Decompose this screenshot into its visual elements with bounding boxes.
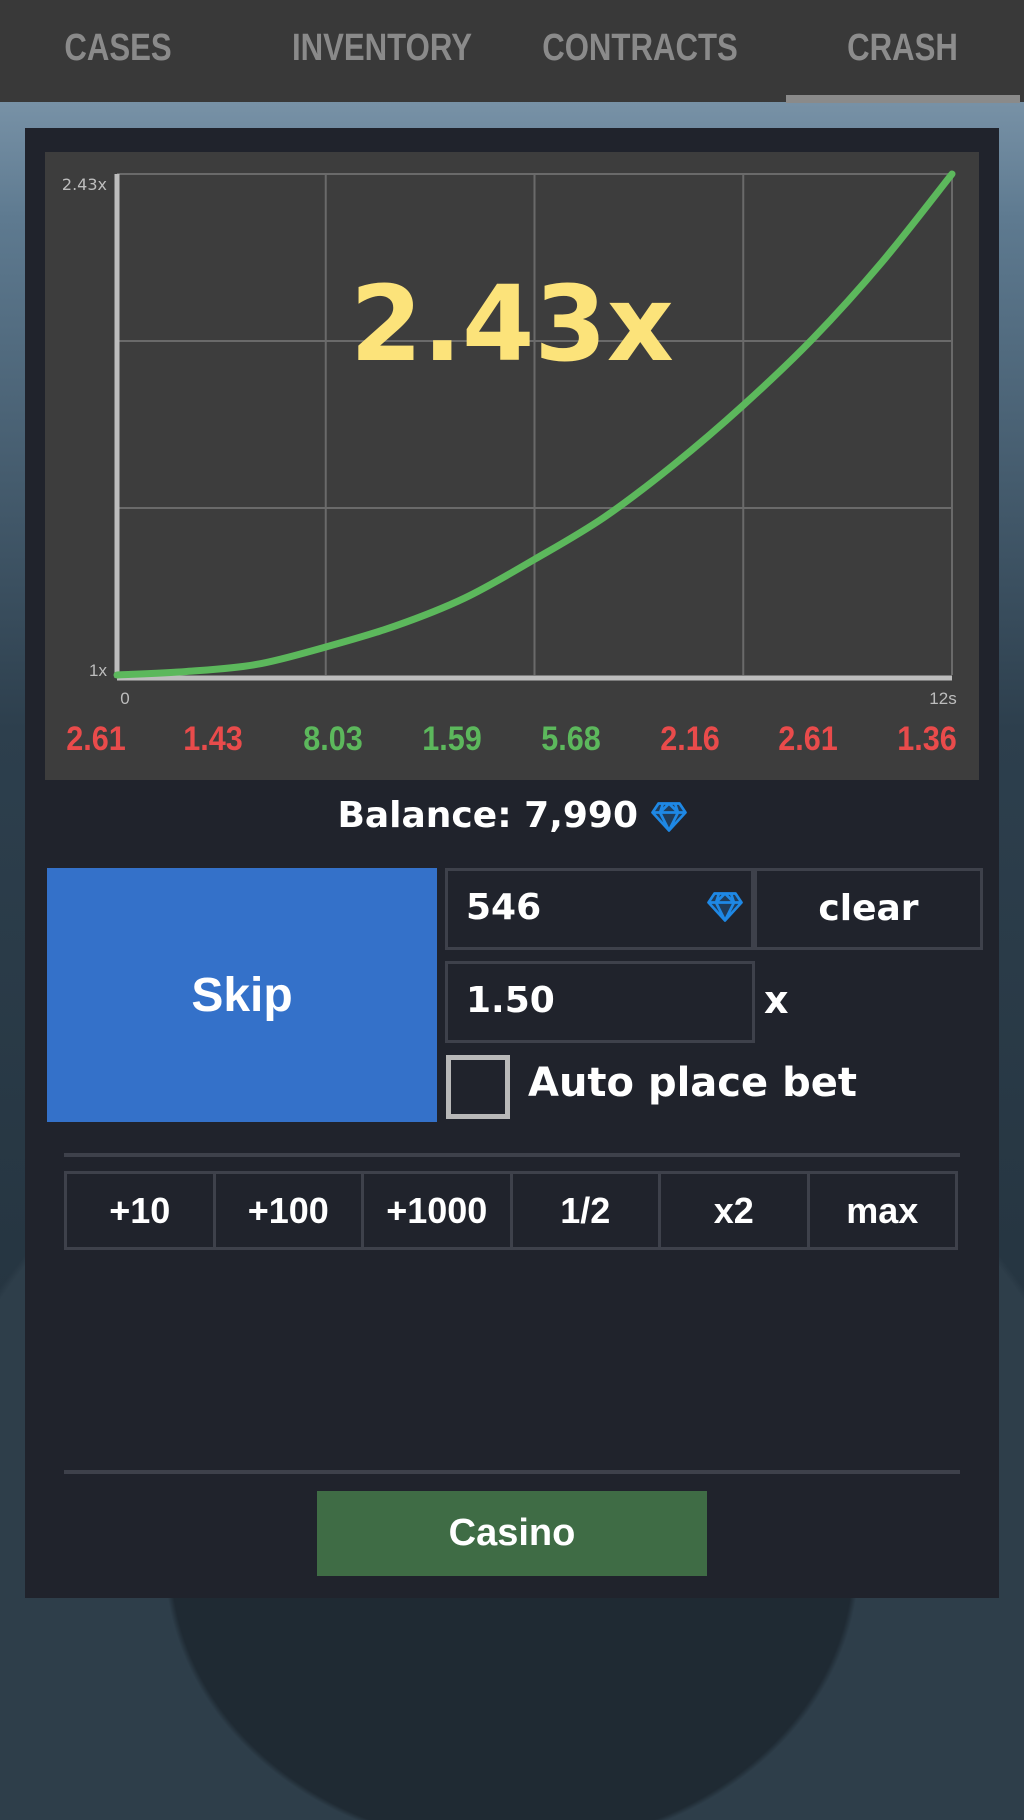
- divider: [64, 1470, 960, 1474]
- history-item: 5.68: [541, 720, 601, 758]
- y-tick-label-max: 2.43x: [62, 175, 107, 194]
- history-item: 2.61: [778, 720, 838, 758]
- auto-place-bet-label[interactable]: Auto place bet: [528, 1060, 857, 1106]
- history-item: 8.03: [303, 720, 363, 758]
- quick-bet-max-button[interactable]: max: [809, 1174, 955, 1247]
- bet-amount-value: 546: [466, 887, 542, 928]
- divider: [64, 1153, 960, 1157]
- top-nav-bar: CASES INVENTORY CONTRACTS CRASH: [0, 0, 1024, 103]
- clear-button[interactable]: clear: [754, 868, 983, 950]
- quick-bet-plus10-button[interactable]: +10: [67, 1174, 216, 1247]
- y-tick-label-min: 1x: [89, 661, 107, 680]
- clear-label: clear: [818, 888, 919, 929]
- history-item: 1.59: [422, 720, 482, 758]
- tab-contracts[interactable]: CONTRACTS: [542, 18, 739, 78]
- crash-chart: 2.43x 2.43x 1x 0 12s: [45, 152, 979, 780]
- auto-place-bet-checkbox[interactable]: [446, 1055, 510, 1119]
- cashout-multiplier-input[interactable]: 1.50: [445, 961, 755, 1043]
- current-multiplier: 2.43x: [350, 263, 674, 385]
- balance-display: Balance: 7,990: [0, 795, 1024, 836]
- casino-button[interactable]: Casino: [317, 1491, 707, 1576]
- quick-bet-half-button[interactable]: 1/2: [512, 1174, 661, 1247]
- x-tick-label-max: 12s: [929, 689, 956, 708]
- gem-icon: [650, 802, 687, 832]
- history-item: 2.61: [66, 720, 126, 758]
- skip-button[interactable]: Skip: [47, 868, 437, 1122]
- quick-bet-plus1000-button[interactable]: +1000: [364, 1174, 513, 1247]
- crash-chart-svg: 2.43x 2.43x 1x 0 12s: [62, 170, 957, 708]
- cashout-multiplier-value: 1.50: [466, 980, 555, 1021]
- quick-bet-double-button[interactable]: x2: [661, 1174, 810, 1247]
- tab-inventory[interactable]: INVENTORY: [284, 18, 481, 78]
- active-tab-indicator: [786, 95, 1020, 103]
- balance-value: 7,990: [524, 795, 639, 836]
- tab-crash[interactable]: CRASH: [818, 18, 986, 78]
- multiplier-suffix: x: [764, 978, 789, 1022]
- quick-bet-plus100-button[interactable]: +100: [215, 1174, 364, 1247]
- quick-bet-buttons: +10 +100 +1000 1/2 x2 max: [64, 1171, 958, 1250]
- gem-icon: [707, 892, 743, 922]
- tab-cases[interactable]: CASES: [36, 18, 200, 78]
- history-item: 2.16: [660, 720, 720, 758]
- history-item: 1.36: [897, 720, 957, 758]
- bet-amount-input[interactable]: 546: [445, 868, 754, 950]
- history-item: 1.43: [183, 720, 243, 758]
- x-tick-label-min: 0: [120, 689, 129, 708]
- balance-label: Balance:: [337, 795, 512, 836]
- crash-history: 2.61 1.43 8.03 1.59 5.68 2.16 2.61 1.36: [45, 720, 979, 770]
